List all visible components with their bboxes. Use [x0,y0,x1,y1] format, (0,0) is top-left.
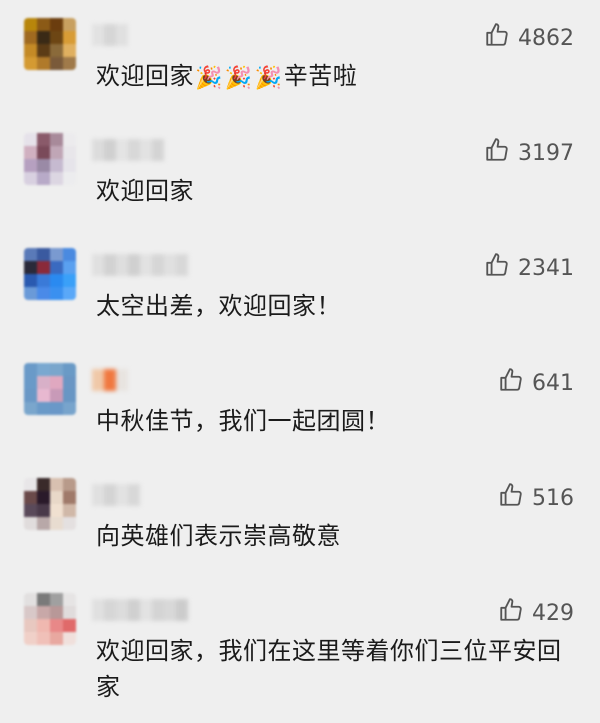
comment-text: 太空出差，欢迎回家！ [96,292,341,320]
comment-text-part: 欢迎回家 [96,62,194,90]
avatar[interactable] [24,593,76,645]
comment-text: 欢迎回家 [96,177,194,205]
like-count: 2341 [518,255,574,281]
avatar[interactable] [24,133,76,185]
thumbs-up-icon [484,252,510,284]
comment-text-part: 辛苦啦 [283,62,358,90]
like-count: 3197 [518,140,574,166]
thumbs-up-icon [498,367,524,399]
thumbs-up-icon [498,597,524,629]
username-blurred[interactable] [92,599,188,621]
comment-text: 向英雄们表示崇高敬意 [96,522,341,550]
comment-text: 欢迎回家，我们在这里等着你们三位平安回家 [96,637,562,701]
thumbs-up-icon [498,482,524,514]
like-button[interactable]: 429 [498,597,574,629]
avatar[interactable] [24,248,76,300]
like-button[interactable]: 641 [498,367,574,399]
thumbs-up-icon [484,137,510,169]
like-button[interactable]: 3197 [484,137,574,169]
thumbs-up-icon [484,22,510,54]
username-blurred[interactable] [92,484,140,506]
username-blurred[interactable] [92,139,164,161]
like-count: 429 [532,600,574,626]
like-button[interactable]: 516 [498,482,574,514]
comment-text: 欢迎回家🎉🎉🎉辛苦啦 [96,58,576,97]
like-count: 4862 [518,25,574,51]
avatar[interactable] [24,363,76,415]
like-button[interactable]: 4862 [484,22,574,54]
like-button[interactable]: 2341 [484,252,574,284]
username-blurred[interactable] [92,254,188,276]
party-popper-icon: 🎉 [224,66,253,91]
comment-list: 4862 欢迎回家🎉🎉🎉辛苦啦 3197 欢迎回家 2341 太空出差，欢迎回家… [0,0,600,723]
party-popper-icon: 🎉 [195,66,223,91]
comment-text: 中秋佳节，我们一起团圆！ [96,407,390,435]
like-count: 641 [532,370,574,396]
party-popper-icon: 🎉 [254,66,283,91]
avatar[interactable] [24,478,76,530]
avatar[interactable] [24,18,76,70]
username-blurred[interactable] [92,369,128,391]
like-count: 516 [532,485,574,511]
username-blurred[interactable] [92,24,128,46]
